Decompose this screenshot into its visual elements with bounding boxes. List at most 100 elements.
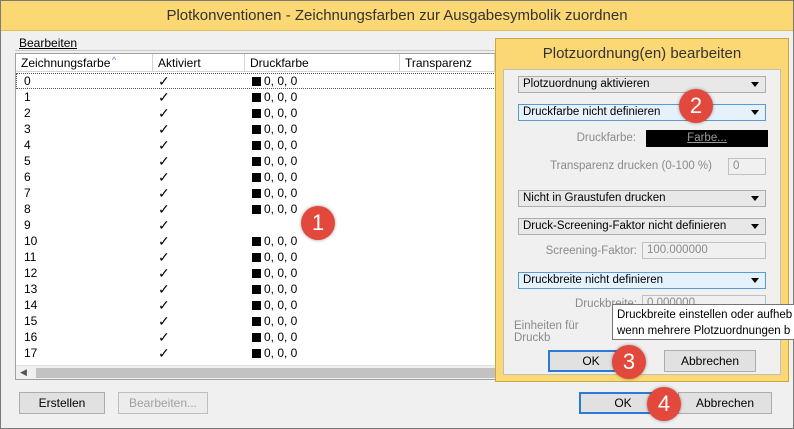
- check-icon[interactable]: ✓: [158, 89, 170, 105]
- cell-druckfarbe: 0, 0, 0: [252, 329, 297, 345]
- table-row[interactable]: 8 ✓ 0, 0, 0: [16, 201, 504, 217]
- callout-2: 2: [679, 89, 713, 123]
- cell-zeichnungsfarbe: 6: [24, 170, 31, 184]
- chevron-down-icon: [751, 110, 759, 115]
- tooltip: Druckbreite einstellen oder aufheb wenn …: [612, 304, 794, 340]
- druckbreite-combo[interactable]: Druckbreite nicht definieren: [518, 272, 766, 289]
- table-row[interactable]: 10 ✓ 0, 0, 0: [16, 233, 504, 249]
- table-row[interactable]: 3 ✓ 0, 0, 0: [16, 121, 504, 137]
- table-row[interactable]: 5 ✓ 0, 0, 0: [16, 153, 504, 169]
- menu-bearbeiten[interactable]: Bearbeiten: [19, 36, 77, 50]
- header-transparenz[interactable]: Transparenz: [400, 54, 495, 72]
- table-row[interactable]: 11 ✓ 0, 0, 0: [16, 249, 504, 265]
- cancel-button[interactable]: Abbrechen: [678, 392, 772, 414]
- color-swatch: [252, 237, 261, 246]
- callout-1: 1: [301, 206, 335, 240]
- scroll-left-icon[interactable]: ◀: [20, 367, 27, 378]
- bearbeiten-button[interactable]: Bearbeiten...: [118, 392, 208, 414]
- screening-field[interactable]: 100.000000: [642, 242, 766, 259]
- check-icon[interactable]: ✓: [158, 249, 170, 265]
- table-row[interactable]: 9 ✓: [16, 217, 504, 233]
- check-icon[interactable]: ✓: [158, 169, 170, 185]
- cell-zeichnungsfarbe: 1: [24, 90, 31, 104]
- color-swatch: [252, 109, 261, 118]
- cell-zeichnungsfarbe: 0: [24, 74, 31, 88]
- header-druckfarbe[interactable]: Druckfarbe: [245, 54, 400, 72]
- table-row[interactable]: 13 ✓ 0, 0, 0: [16, 281, 504, 297]
- cell-druckfarbe: 0, 0, 0: [252, 233, 297, 249]
- color-swatch: [252, 93, 261, 102]
- check-icon[interactable]: ✓: [158, 233, 170, 249]
- druckfarbe-value: 0, 0, 0: [264, 250, 298, 264]
- table-row[interactable]: 2 ✓ 0, 0, 0: [16, 105, 504, 121]
- cell-druckfarbe: 0, 0, 0: [252, 201, 297, 217]
- table-row[interactable]: 4 ✓ 0, 0, 0: [16, 137, 504, 153]
- transparenz-label: Transparenz drucken (0-100 %): [550, 160, 712, 172]
- header-zeichnungsfarbe[interactable]: Zeichnungsfarbe ^: [16, 54, 153, 72]
- check-icon[interactable]: ✓: [158, 297, 170, 313]
- scroll-thumb[interactable]: [36, 368, 496, 378]
- table-row[interactable]: 12 ✓ 0, 0, 0: [16, 265, 504, 281]
- check-icon[interactable]: ✓: [158, 265, 170, 281]
- check-icon[interactable]: ✓: [158, 217, 170, 233]
- cell-druckfarbe: 0, 0, 0: [252, 169, 297, 185]
- druckfarbe-value: 0, 0, 0: [264, 90, 298, 104]
- check-icon[interactable]: ✓: [158, 281, 170, 297]
- cell-druckfarbe: 0, 0, 0: [252, 73, 297, 89]
- color-table[interactable]: Zeichnungsfarbe ^ Aktiviert Druckfarbe T…: [15, 53, 505, 380]
- cell-zeichnungsfarbe: 9: [24, 218, 31, 232]
- color-swatch: [252, 333, 261, 342]
- cell-druckfarbe: 0, 0, 0: [252, 185, 297, 201]
- table-row[interactable]: 0 ✓ 0, 0, 0: [16, 73, 504, 89]
- cell-druckfarbe: 0, 0, 0: [252, 313, 297, 329]
- color-swatch: [252, 173, 261, 182]
- screening-combo[interactable]: Druck-Screening-Faktor nicht definieren: [518, 218, 766, 235]
- table-row[interactable]: 16 ✓ 0, 0, 0: [16, 329, 504, 345]
- table-header: Zeichnungsfarbe ^ Aktiviert Druckfarbe T…: [16, 54, 504, 72]
- cell-zeichnungsfarbe: 11: [24, 250, 37, 264]
- farbe-button[interactable]: Farbe...: [646, 130, 768, 147]
- check-icon[interactable]: ✓: [158, 73, 170, 89]
- check-icon[interactable]: ✓: [158, 121, 170, 137]
- check-icon[interactable]: ✓: [158, 153, 170, 169]
- table-row[interactable]: 6 ✓ 0, 0, 0: [16, 169, 504, 185]
- check-icon[interactable]: ✓: [158, 313, 170, 329]
- cell-zeichnungsfarbe: 15: [24, 314, 38, 328]
- color-swatch: [252, 205, 261, 214]
- table-row[interactable]: 17 ✓ 0, 0, 0: [16, 345, 504, 361]
- cell-druckfarbe: 0, 0, 0: [252, 281, 297, 297]
- callout-4: 4: [647, 387, 681, 421]
- header-aktiviert[interactable]: Aktiviert: [153, 54, 245, 72]
- table-row[interactable]: 1 ✓ 0, 0, 0: [16, 89, 504, 105]
- table-row[interactable]: 14 ✓ 0, 0, 0: [16, 297, 504, 313]
- color-swatch: [252, 253, 261, 262]
- cell-zeichnungsfarbe: 7: [24, 186, 31, 200]
- cell-druckfarbe: 0, 0, 0: [252, 297, 297, 313]
- check-icon[interactable]: ✓: [158, 137, 170, 153]
- transparenz-field[interactable]: 0: [728, 158, 766, 175]
- callout-3: 3: [612, 345, 646, 379]
- table-row[interactable]: 7 ✓ 0, 0, 0: [16, 185, 504, 201]
- check-icon[interactable]: ✓: [158, 345, 170, 361]
- erstellen-button[interactable]: Erstellen: [19, 392, 105, 414]
- graustufen-combo[interactable]: Nicht in Graustufen drucken: [518, 190, 766, 207]
- druckfarbe-value: 0, 0, 0: [264, 266, 298, 280]
- druckfarbe-combo[interactable]: Druckfarbe nicht definieren: [518, 104, 766, 121]
- druckfarbe-value: 0, 0, 0: [264, 186, 298, 200]
- check-icon[interactable]: ✓: [158, 201, 170, 217]
- table-row[interactable]: 15 ✓ 0, 0, 0: [16, 313, 504, 329]
- cell-zeichnungsfarbe: 14: [24, 298, 38, 312]
- plotzuordnung-combo[interactable]: Plotzuordnung aktivieren: [518, 76, 766, 93]
- druckfarbe-label: Druckfarbe:: [576, 132, 636, 144]
- cell-zeichnungsfarbe: 8: [24, 202, 31, 216]
- check-icon[interactable]: ✓: [158, 185, 170, 201]
- druckfarbe-value: 0, 0, 0: [264, 138, 298, 152]
- chevron-down-icon: [751, 224, 759, 229]
- chevron-down-icon: [751, 278, 759, 283]
- check-icon[interactable]: ✓: [158, 329, 170, 345]
- dialog-cancel-button[interactable]: Abbrechen: [664, 350, 756, 372]
- color-swatch: [252, 317, 261, 326]
- check-icon[interactable]: ✓: [158, 105, 170, 121]
- horizontal-scrollbar[interactable]: ◀: [16, 365, 504, 379]
- chevron-down-icon: [751, 196, 759, 201]
